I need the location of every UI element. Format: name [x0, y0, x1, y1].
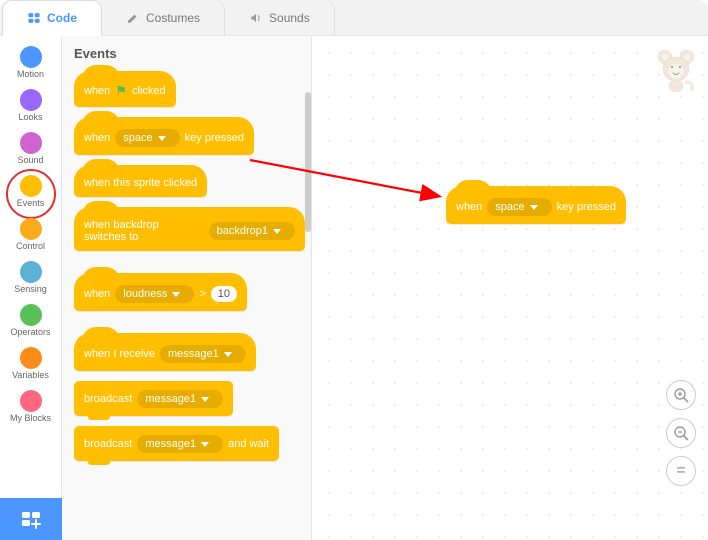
- category-variables[interactable]: Variables: [0, 343, 61, 386]
- category-myblocks-label: My Blocks: [10, 414, 51, 423]
- message-dropdown[interactable]: message1: [160, 345, 246, 363]
- block-text: >: [199, 288, 205, 300]
- scripts-workspace[interactable]: when space key pressed =: [312, 36, 708, 540]
- dropdown-value: space: [123, 132, 152, 144]
- dropdown-value: message1: [168, 348, 219, 360]
- block-palette: Events when ⚑ clicked when space key pre…: [62, 36, 312, 540]
- palette-title: Events: [74, 46, 305, 61]
- variables-icon: [20, 347, 42, 369]
- block-broadcast-and-wait[interactable]: broadcast message1 and wait: [74, 426, 279, 461]
- control-icon: [20, 218, 42, 240]
- tab-sounds[interactable]: Sounds: [225, 0, 335, 35]
- block-text: clicked: [132, 85, 166, 97]
- zoom-out-button[interactable]: [666, 418, 696, 448]
- block-text: when: [84, 85, 110, 97]
- message-dropdown[interactable]: message1: [137, 435, 223, 453]
- tab-costumes-label: Costumes: [146, 11, 200, 25]
- category-sensing-label: Sensing: [14, 285, 47, 294]
- category-sidebar: Motion Looks Sound Events Control Sensin…: [0, 36, 62, 540]
- block-when-flag-clicked[interactable]: when ⚑ clicked: [74, 71, 176, 107]
- dropdown-value: space: [495, 201, 524, 213]
- dropdown-value: message1: [145, 393, 196, 405]
- category-looks[interactable]: Looks: [0, 85, 61, 128]
- myblocks-icon: [20, 390, 42, 412]
- dropdown-value: loudness: [123, 288, 167, 300]
- dropdown-value: message1: [145, 438, 196, 450]
- block-when-i-receive[interactable]: when I receive message1: [74, 333, 256, 371]
- workspace-block-when-key-pressed[interactable]: when space key pressed: [446, 186, 626, 224]
- block-text: broadcast: [84, 393, 132, 405]
- category-looks-label: Looks: [18, 113, 42, 122]
- category-control-label: Control: [16, 242, 45, 251]
- block-text: when: [84, 288, 110, 300]
- category-operators[interactable]: Operators: [0, 300, 61, 343]
- block-text: when: [456, 201, 482, 213]
- category-sensing[interactable]: Sensing: [0, 257, 61, 300]
- palette-scrollbar[interactable]: [305, 92, 311, 232]
- tab-code-label: Code: [47, 11, 77, 25]
- add-extension-button[interactable]: [0, 498, 62, 540]
- code-icon: [27, 11, 41, 25]
- chevron-down-icon: [530, 205, 538, 210]
- block-when-loudness[interactable]: when loudness > 10: [74, 273, 247, 311]
- block-text: and wait: [228, 438, 269, 450]
- looks-icon: [20, 89, 42, 111]
- block-text: when backdrop switches to: [84, 219, 204, 243]
- sensing-icon: [20, 261, 42, 283]
- zoom-reset-button[interactable]: =: [666, 456, 696, 486]
- category-motion[interactable]: Motion: [0, 42, 61, 85]
- category-sound-label: Sound: [17, 156, 43, 165]
- tab-costumes[interactable]: Costumes: [102, 0, 225, 35]
- events-icon: [20, 175, 42, 197]
- block-when-key-pressed[interactable]: when space key pressed: [74, 117, 254, 155]
- main-area: Motion Looks Sound Events Control Sensin…: [0, 36, 708, 540]
- operators-icon: [20, 304, 42, 326]
- loudness-dropdown[interactable]: loudness: [115, 285, 194, 303]
- category-events[interactable]: Events: [0, 171, 61, 214]
- motion-icon: [20, 46, 42, 68]
- threshold-input[interactable]: 10: [211, 286, 237, 302]
- category-events-label: Events: [17, 199, 45, 208]
- chevron-down-icon: [158, 136, 166, 141]
- tab-sounds-label: Sounds: [269, 11, 310, 25]
- block-when-sprite-clicked[interactable]: when this sprite clicked: [74, 165, 207, 197]
- block-broadcast[interactable]: broadcast message1: [74, 381, 233, 416]
- block-text: when I receive: [84, 348, 155, 360]
- category-operators-label: Operators: [10, 328, 50, 337]
- block-text: when: [84, 132, 110, 144]
- category-myblocks[interactable]: My Blocks: [0, 386, 61, 429]
- message-dropdown[interactable]: message1: [137, 390, 223, 408]
- key-dropdown[interactable]: space: [115, 129, 179, 147]
- brush-icon: [126, 11, 140, 25]
- editor-tabs: Code Costumes Sounds: [0, 0, 708, 36]
- green-flag-icon: ⚑: [115, 83, 127, 99]
- zoom-controls: =: [666, 380, 696, 486]
- key-dropdown[interactable]: space: [487, 198, 551, 216]
- block-when-backdrop-switches[interactable]: when backdrop switches to backdrop1: [74, 207, 305, 251]
- chevron-down-icon: [201, 442, 209, 447]
- sprite-watermark: [656, 48, 696, 97]
- sound-icon: [249, 11, 263, 25]
- block-text: key pressed: [185, 132, 244, 144]
- zoom-in-button[interactable]: [666, 380, 696, 410]
- chevron-down-icon: [273, 229, 281, 234]
- sound-cat-icon: [20, 132, 42, 154]
- category-sound[interactable]: Sound: [0, 128, 61, 171]
- block-text: broadcast: [84, 438, 132, 450]
- dropdown-value: backdrop1: [217, 225, 268, 237]
- chevron-down-icon: [224, 352, 232, 357]
- block-text: key pressed: [557, 201, 616, 213]
- tab-code[interactable]: Code: [2, 0, 102, 36]
- category-control[interactable]: Control: [0, 214, 61, 257]
- backdrop-dropdown[interactable]: backdrop1: [209, 222, 295, 240]
- category-motion-label: Motion: [17, 70, 44, 79]
- category-variables-label: Variables: [12, 371, 49, 380]
- chevron-down-icon: [201, 397, 209, 402]
- chevron-down-icon: [172, 292, 180, 297]
- block-text: when this sprite clicked: [84, 177, 197, 189]
